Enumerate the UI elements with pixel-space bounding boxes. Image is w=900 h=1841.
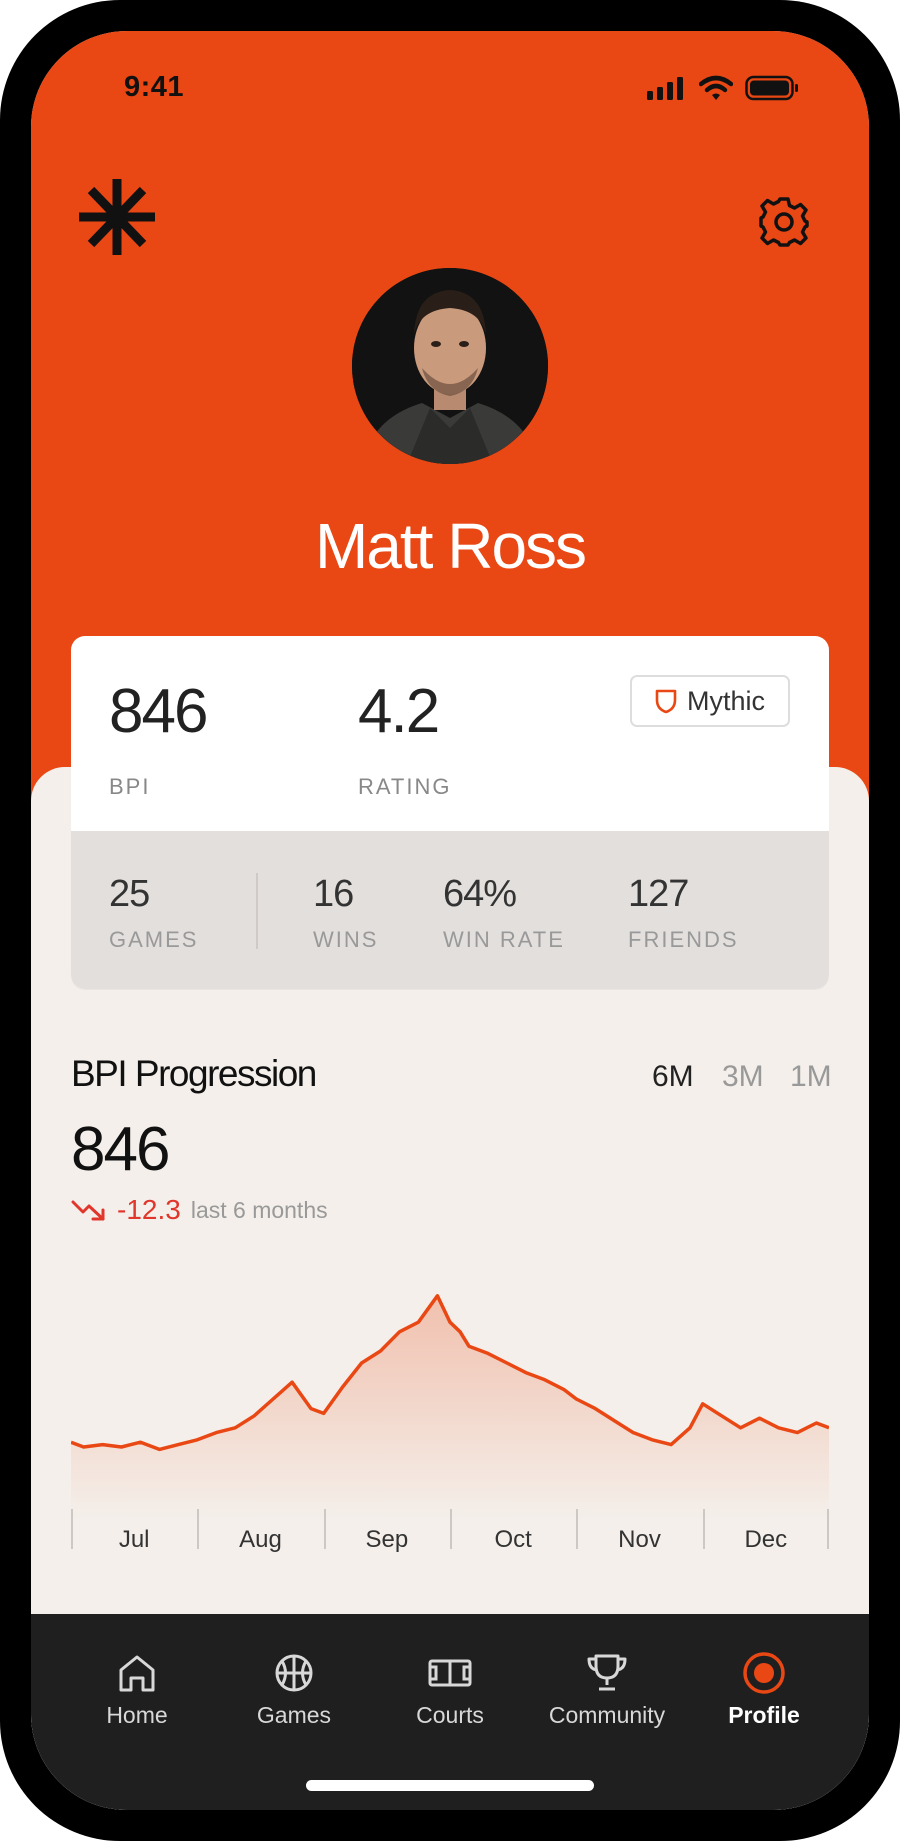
app-screen: 9:41 Matt Ross 846 BPI 4.2 RATING Mythic… xyxy=(31,31,869,1810)
stats-card: 846 BPI 4.2 RATING Mythic 25 GAMES 16 WI… xyxy=(71,636,829,989)
chart-x-label: Jul xyxy=(118,1526,150,1553)
chart-x-axis: Jul Aug Sep Oct Nov Dec xyxy=(71,1509,829,1569)
chart-x-label: Oct xyxy=(494,1526,532,1553)
tab-games-label: Games xyxy=(256,1702,332,1728)
chart-area-fill xyxy=(71,1295,829,1519)
change-note: last 6 months xyxy=(190,1196,328,1223)
games-value: 25 xyxy=(109,873,150,915)
range-1m[interactable]: 1M xyxy=(790,1060,832,1094)
friends-value: 127 xyxy=(628,873,689,915)
friends-label: FRIENDS xyxy=(628,927,739,952)
battery-icon xyxy=(745,75,798,101)
win-rate-value: 64% xyxy=(443,873,517,915)
home-icon xyxy=(119,1655,155,1692)
rank-badge-label: Mythic xyxy=(686,685,765,716)
tab-courts-label: Courts xyxy=(416,1702,484,1728)
court-icon xyxy=(428,1659,472,1687)
tab-games[interactable]: Games xyxy=(214,1614,374,1754)
change-value: -12.3 xyxy=(117,1194,181,1225)
rank-badge[interactable]: Mythic xyxy=(630,675,790,727)
tab-courts[interactable]: Courts xyxy=(370,1614,530,1754)
wifi-icon xyxy=(699,75,733,100)
trend-down-icon xyxy=(71,1200,105,1221)
progression-change: -12.3 last 6 months xyxy=(71,1194,328,1226)
tab-community-label: Community xyxy=(548,1702,666,1728)
tab-home[interactable]: Home xyxy=(57,1614,217,1754)
bpi-chart[interactable] xyxy=(71,1279,829,1519)
chart-x-label: Aug xyxy=(239,1526,282,1553)
profile-icon xyxy=(743,1652,785,1694)
bpi-label: BPI xyxy=(109,774,151,799)
range-3m[interactable]: 3M xyxy=(722,1060,764,1094)
wins-label: WINS xyxy=(313,927,379,952)
rating-label: RATING xyxy=(358,774,452,799)
home-indicator[interactable] xyxy=(306,1780,594,1791)
rating-value: 4.2 xyxy=(358,677,440,746)
trophy-icon xyxy=(587,1654,627,1691)
tab-profile-label: Profile xyxy=(728,1702,800,1728)
progression-title: BPI Progression xyxy=(71,1053,317,1094)
chart-x-label: Sep xyxy=(365,1526,409,1553)
asterisk-logo-icon[interactable] xyxy=(77,177,157,257)
chart-x-label: Dec xyxy=(744,1526,788,1553)
win-rate-label: WIN RATE xyxy=(443,927,565,952)
tab-profile[interactable]: Profile xyxy=(684,1614,844,1754)
profile-photo xyxy=(352,268,548,464)
range-6m[interactable]: 6M xyxy=(652,1060,694,1094)
chart-x-label: Nov xyxy=(618,1526,661,1553)
stats-card-top: 846 BPI 4.2 RATING Mythic xyxy=(71,636,829,831)
stats-card-bottom: 25 GAMES 16 WINS 64% WIN RATE 127 FRIEND… xyxy=(71,831,829,989)
wins-value: 16 xyxy=(313,873,354,915)
gear-icon[interactable] xyxy=(758,196,810,248)
status-time: 9:41 xyxy=(124,71,185,103)
stats-divider xyxy=(256,873,258,949)
basketball-icon xyxy=(275,1654,313,1692)
progression-value: 846 xyxy=(71,1115,170,1184)
tab-community[interactable]: Community xyxy=(527,1614,687,1754)
signal-icon xyxy=(647,77,683,100)
profile-name: Matt Ross xyxy=(314,510,587,582)
bpi-value: 846 xyxy=(109,677,208,746)
avatar[interactable] xyxy=(352,268,548,464)
phone-frame: 9:41 Matt Ross 846 BPI 4.2 RATING Mythic… xyxy=(0,0,900,1841)
tab-home-label: Home xyxy=(106,1702,168,1728)
status-icons xyxy=(647,75,799,101)
games-label: GAMES xyxy=(109,927,199,952)
shield-icon xyxy=(655,689,677,714)
